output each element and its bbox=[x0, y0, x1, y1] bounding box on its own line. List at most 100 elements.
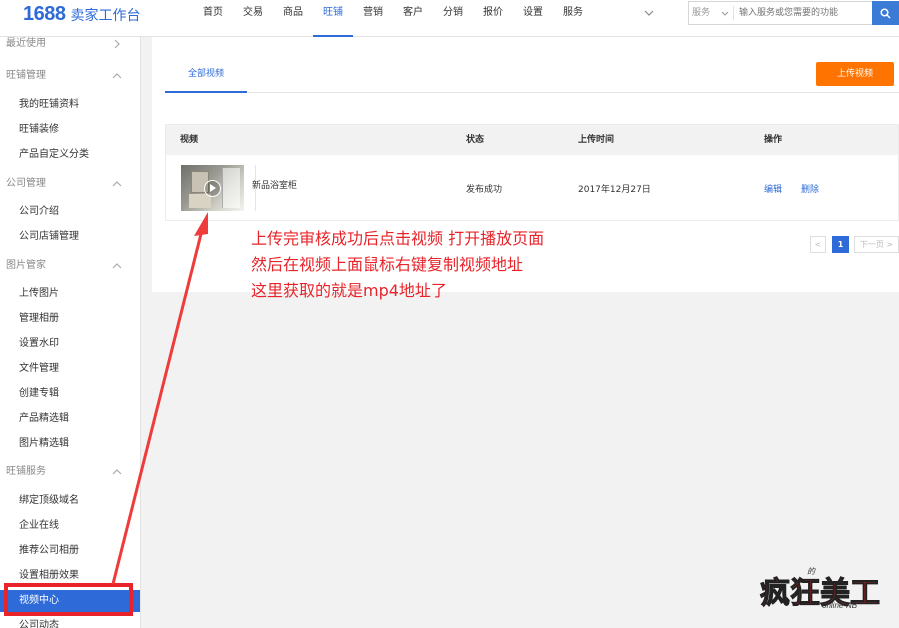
sidebar-item-label: 绑定顶级域名 bbox=[19, 495, 79, 506]
table-header: 视频 状态 上传时间 操作 bbox=[166, 125, 898, 155]
sidebar-item-recommend-albums[interactable]: 推荐公司相册 bbox=[0, 540, 140, 562]
logo-number: 1688 bbox=[23, 3, 66, 25]
sidebar-item-label: 上传图片 bbox=[19, 288, 59, 299]
play-icon[interactable] bbox=[204, 180, 221, 197]
search-scope-label: 服务 bbox=[692, 8, 711, 18]
annotation-line: 这里获取的就是mp4地址了 bbox=[251, 281, 447, 300]
sidebar-item-watermark[interactable]: 设置水印 bbox=[0, 333, 140, 355]
nav-item-distribution[interactable]: 分销 bbox=[433, 0, 473, 37]
sidebar-item-upload-images[interactable]: 上传图片 bbox=[0, 283, 140, 305]
chevron-right-icon bbox=[114, 39, 120, 49]
video-status: 发布成功 bbox=[466, 185, 503, 195]
video-upload-date: 2017年12月27日 bbox=[578, 185, 651, 195]
sidebar-item-label: 管理相册 bbox=[19, 313, 59, 324]
delete-link[interactable]: 删除 bbox=[801, 182, 819, 195]
chevron-up-icon bbox=[112, 181, 122, 187]
edit-link[interactable]: 编辑 bbox=[764, 182, 782, 195]
annotation-line: 然后在视频上面鼠标右键复制视频地址 bbox=[251, 255, 524, 274]
sidebar-item-file-manager[interactable]: 文件管理 bbox=[0, 358, 140, 380]
sidebar-item-enterprise-online[interactable]: 企业在线 bbox=[0, 515, 140, 537]
sidebar-item-label: 图片精选辑 bbox=[19, 438, 69, 449]
search-box: 服务 bbox=[688, 1, 899, 25]
video-table: 视频 状态 上传时间 操作 新品浴室柜 发布成功 2017年12月27日 编辑 … bbox=[165, 124, 899, 221]
next-page-button[interactable]: 下一页 > bbox=[854, 236, 899, 253]
annotation-text: 上传完审核成功后点击视频 打开播放页面 然后在视频上面鼠标右键复制视频地址 这里… bbox=[251, 226, 651, 304]
table-row: 新品浴室柜 发布成功 2017年12月27日 编辑 删除 bbox=[166, 155, 898, 221]
sidebar-item-image-picks[interactable]: 图片精选辑 bbox=[0, 433, 140, 455]
watermark-title: 疯狂美工 bbox=[760, 576, 881, 612]
sidebar-item-label: 产品精选辑 bbox=[19, 413, 69, 424]
column-header-upload-time: 上传时间 bbox=[578, 135, 615, 145]
sidebar-item-company-intro[interactable]: 公司介绍 bbox=[0, 201, 140, 223]
watermark-tiny: 的 bbox=[807, 567, 815, 576]
nav-item-products[interactable]: 商品 bbox=[273, 0, 313, 37]
sidebar-item-label: 产品自定义分类 bbox=[19, 149, 89, 160]
annotation-line: 上传完审核成功后点击视频 打开播放页面 bbox=[251, 229, 545, 248]
upload-video-button[interactable]: 上传视频 bbox=[816, 62, 894, 86]
sidebar-group-recent[interactable]: 最近使用 bbox=[0, 37, 140, 55]
top-bar: 1688 卖家工作台 首页 交易 商品 旺铺 营销 客户 分销 报价 设置 服务… bbox=[0, 0, 899, 37]
nav-item-store[interactable]: 旺铺 bbox=[313, 0, 353, 37]
sidebar-item-label: 旺铺装修 bbox=[19, 124, 59, 135]
watermark-sub: online-NB bbox=[822, 601, 858, 610]
logo[interactable]: 1688 卖家工作台 bbox=[23, 3, 141, 27]
column-header-status: 状态 bbox=[466, 135, 485, 145]
tab-all-videos[interactable]: 全部视频 bbox=[165, 56, 247, 93]
search-icon bbox=[880, 7, 891, 19]
video-thumbnail[interactable] bbox=[181, 165, 244, 211]
sidebar-item-store-profile[interactable]: 我的旺铺资料 bbox=[0, 94, 140, 116]
sidebar-item-company-store[interactable]: 公司店铺管理 bbox=[0, 226, 140, 248]
nav-item-settings[interactable]: 设置 bbox=[513, 0, 553, 37]
sidebar-item-label: 公司店铺管理 bbox=[19, 231, 79, 242]
nav-item-customers[interactable]: 客户 bbox=[393, 0, 433, 37]
caret-down-icon bbox=[721, 11, 729, 16]
chevron-up-icon bbox=[112, 73, 122, 79]
nav-item-quotes[interactable]: 报价 bbox=[473, 0, 513, 37]
search-scope-select[interactable]: 服务 bbox=[689, 6, 734, 20]
sidebar-group-images[interactable]: 图片管家 bbox=[0, 255, 140, 277]
sidebar-item-company-news[interactable]: 公司动态 bbox=[0, 615, 140, 628]
video-title[interactable]: 新品浴室柜 bbox=[252, 178, 297, 191]
sidebar-item-label: 推荐公司相册 bbox=[19, 545, 79, 556]
sidebar-item-label: 旺铺管理 bbox=[6, 70, 46, 81]
watermark-logo: 疯狂美工 的 online-NB bbox=[760, 566, 887, 612]
sidebar-item-label: 企业在线 bbox=[19, 520, 59, 531]
sidebar-item-label: 文件管理 bbox=[19, 363, 59, 374]
sidebar-item-label: 设置相册效果 bbox=[19, 570, 79, 581]
highlight-box bbox=[4, 583, 133, 616]
sidebar-item-label: 我的旺铺资料 bbox=[19, 99, 79, 110]
page-1-button[interactable]: 1 bbox=[832, 236, 849, 253]
column-header-video: 视频 bbox=[180, 135, 199, 145]
nav-item-services[interactable]: 服务 bbox=[553, 0, 593, 37]
sidebar-group-company[interactable]: 公司管理 bbox=[0, 173, 140, 195]
sidebar-group-store-services[interactable]: 旺铺服务 bbox=[0, 461, 140, 483]
sidebar-item-label: 旺铺服务 bbox=[6, 466, 46, 477]
chevron-up-icon bbox=[112, 263, 122, 269]
sidebar-item-bind-domain[interactable]: 绑定顶级域名 bbox=[0, 490, 140, 512]
main-nav: 首页 交易 商品 旺铺 营销 客户 分销 报价 设置 服务 bbox=[193, 0, 593, 37]
tab-bar: 全部视频 bbox=[165, 56, 899, 93]
sidebar: 最近使用 旺铺管理 我的旺铺资料 旺铺装修 产品自定义分类 公司管理 公司介绍 … bbox=[0, 37, 141, 628]
column-header-actions: 操作 bbox=[764, 135, 783, 145]
nav-item-marketing[interactable]: 营销 bbox=[353, 0, 393, 37]
sidebar-item-create-collection[interactable]: 创建专辑 bbox=[0, 383, 140, 405]
logo-text: 卖家工作台 bbox=[70, 8, 141, 24]
nav-item-home[interactable]: 首页 bbox=[193, 0, 233, 37]
sidebar-item-label: 公司介绍 bbox=[19, 206, 59, 217]
nav-item-trade[interactable]: 交易 bbox=[233, 0, 273, 37]
sidebar-item-label: 公司动态 bbox=[19, 620, 59, 628]
sidebar-item-label: 公司管理 bbox=[6, 178, 46, 189]
sidebar-item-label: 最近使用 bbox=[6, 38, 46, 49]
sidebar-item-label: 图片管家 bbox=[6, 260, 46, 271]
sidebar-item-product-picks[interactable]: 产品精选辑 bbox=[0, 408, 140, 430]
prev-page-button[interactable]: < bbox=[810, 236, 826, 253]
sidebar-item-label: 设置水印 bbox=[19, 338, 59, 349]
sidebar-item-label: 创建专辑 bbox=[19, 388, 59, 399]
sidebar-item-store-decoration[interactable]: 旺铺装修 bbox=[0, 119, 140, 141]
chevron-up-icon bbox=[112, 469, 122, 475]
sidebar-group-store[interactable]: 旺铺管理 bbox=[0, 65, 140, 87]
search-button[interactable] bbox=[872, 1, 899, 25]
chevron-down-icon[interactable] bbox=[643, 7, 655, 19]
sidebar-item-product-categories[interactable]: 产品自定义分类 bbox=[0, 144, 140, 166]
sidebar-item-manage-albums[interactable]: 管理相册 bbox=[0, 308, 140, 330]
